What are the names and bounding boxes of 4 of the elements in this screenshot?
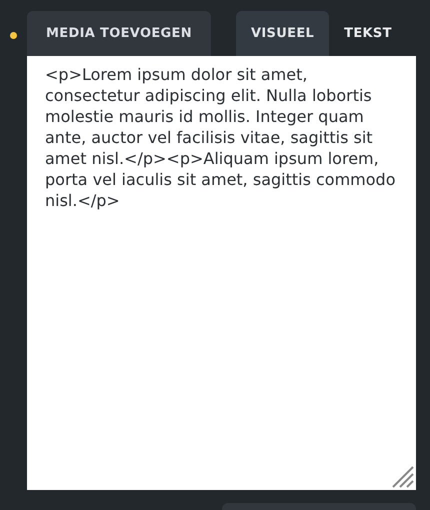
- resize-handle-icon[interactable]: [392, 466, 414, 488]
- editor-tab[interactable]: TEKST: [329, 11, 407, 56]
- editor-tab[interactable]: VISUEEL: [236, 11, 330, 56]
- add-media-button[interactable]: MEDIA TOEVOEGEN: [27, 11, 211, 56]
